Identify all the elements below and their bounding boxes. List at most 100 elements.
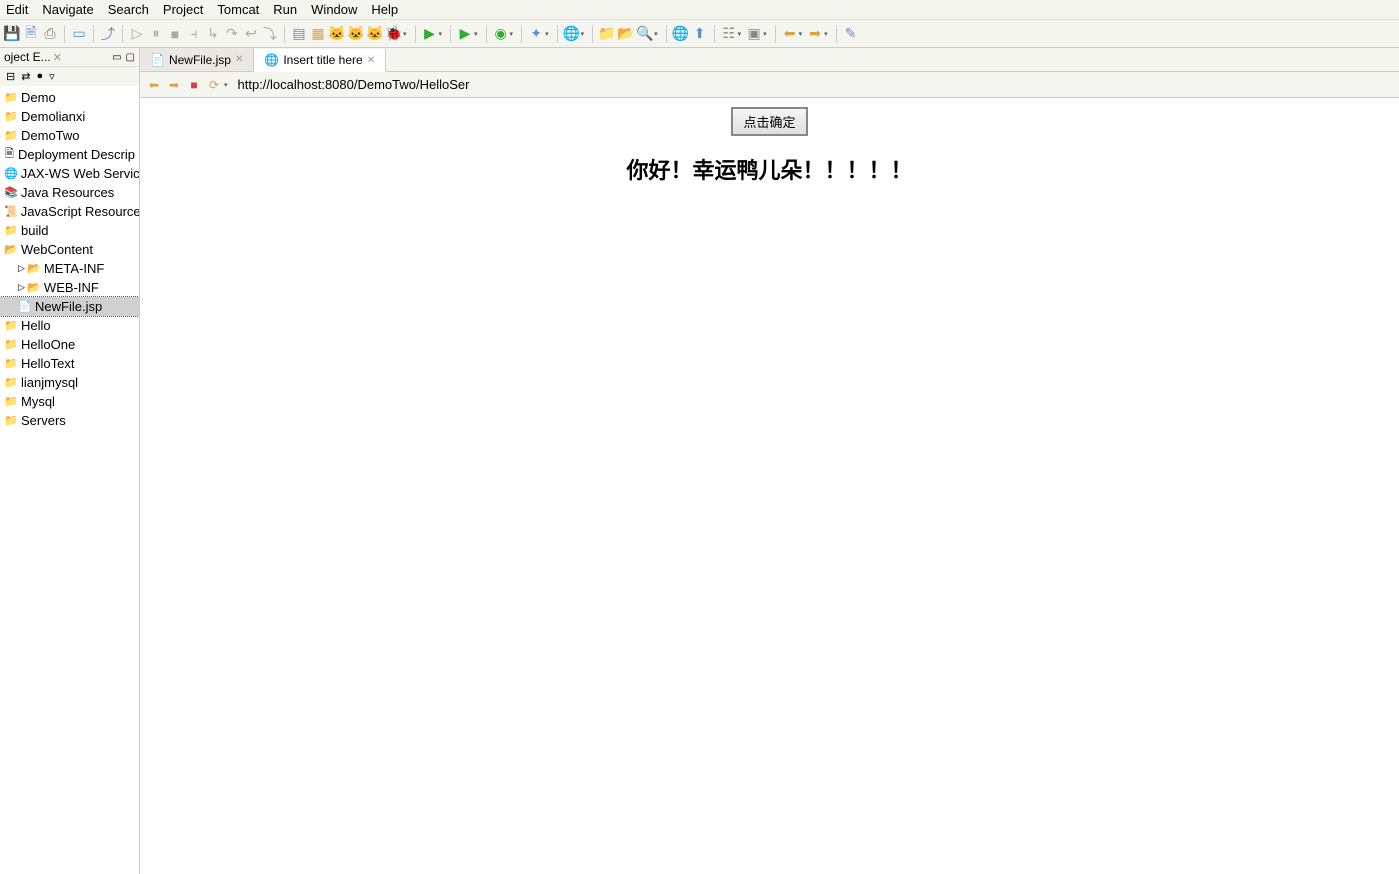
- pause-icon[interactable]: ⏸: [148, 26, 164, 42]
- tree-item-helloone[interactable]: 📁HelloOne: [0, 335, 139, 354]
- tab-insert-title-here[interactable]: 🌐Insert title here✕: [254, 49, 386, 72]
- menu-bar: Edit Navigate Search Project Tomcat Run …: [0, 0, 1399, 20]
- tree-item-mysql[interactable]: 📁Mysql: [0, 392, 139, 411]
- menu-edit[interactable]: Edit: [6, 2, 28, 17]
- tree-item-java-resources[interactable]: 📚Java Resources: [0, 183, 139, 202]
- save-all-icon[interactable]: 🗎: [23, 26, 39, 42]
- link-icon[interactable]: ⇄: [21, 70, 30, 83]
- tree-item-demotwo[interactable]: 📁DemoTwo: [0, 126, 139, 145]
- desc-icon: 🗎: [4, 148, 15, 162]
- focus-icon[interactable]: ●: [36, 70, 43, 83]
- project-tree: 📁Demo📁Demolianxi📁DemoTwo🗎Deployment Desc…: [0, 86, 139, 874]
- deploy-icon[interactable]: ⬆: [692, 26, 708, 42]
- menu-run[interactable]: Run: [273, 2, 297, 17]
- browser-stop-icon[interactable]: ■: [186, 77, 202, 93]
- tree-item-javascript-resource[interactable]: 📜JavaScript Resource: [0, 202, 139, 221]
- tab-newfile.jsp[interactable]: 📄NewFile.jsp✕: [140, 48, 254, 71]
- stepover-icon[interactable]: ↷: [224, 26, 240, 42]
- folder-open-icon: 📂: [4, 243, 18, 257]
- tree-item-servers[interactable]: 📁Servers: [0, 411, 139, 430]
- maximize-icon[interactable]: ▢: [126, 52, 135, 63]
- save-icon[interactable]: 💾: [4, 26, 20, 42]
- menu-help[interactable]: Help: [371, 2, 398, 17]
- tree-item-deployment-descrip[interactable]: 🗎Deployment Descrip: [0, 145, 139, 164]
- search-icon[interactable]: 🔍: [637, 26, 653, 42]
- cat2-icon[interactable]: 🐱: [348, 26, 364, 42]
- menu-caret-icon[interactable]: ▿: [49, 70, 55, 83]
- terminal-icon[interactable]: ▤: [291, 26, 307, 42]
- tree-item-demolianxi[interactable]: 📁Demolianxi: [0, 107, 139, 126]
- stop-icon[interactable]: ■: [167, 26, 183, 42]
- bug-icon[interactable]: 🐞: [386, 26, 402, 42]
- disconnect-icon[interactable]: ⫞: [186, 26, 202, 42]
- db-icon[interactable]: ▦: [310, 26, 326, 42]
- print-icon[interactable]: ⎙: [42, 26, 58, 42]
- tree-item-build[interactable]: 📁build: [0, 221, 139, 240]
- new-icon[interactable]: ✦: [528, 26, 544, 42]
- menu-navigate[interactable]: Navigate: [42, 2, 93, 17]
- folder-icon: 📁: [4, 224, 18, 238]
- back-icon[interactable]: ⬅: [782, 26, 798, 42]
- editor-area: 📄NewFile.jsp✕🌐Insert title here✕ ⬅ ➡ ■ ⟳…: [140, 48, 1399, 874]
- expand-icon[interactable]: ▷: [18, 263, 25, 274]
- close-tab-icon[interactable]: ✕: [367, 55, 375, 66]
- tree-item-newfile.jsp[interactable]: 📄NewFile.jsp: [0, 297, 139, 316]
- server-icon[interactable]: ◉: [493, 26, 509, 42]
- url-input[interactable]: [234, 75, 1393, 94]
- skip-icon[interactable]: ⤴: [100, 26, 116, 42]
- run-ext-icon[interactable]: ▶: [457, 26, 473, 42]
- proj-icon: 📁: [4, 357, 18, 371]
- menu-window[interactable]: Window: [311, 2, 357, 17]
- run-icon[interactable]: ▶: [422, 26, 438, 42]
- tree-item-label: DemoTwo: [21, 128, 80, 143]
- menu-project[interactable]: Project: [163, 2, 203, 17]
- tree-item-label: Servers: [21, 413, 66, 428]
- globe3-icon[interactable]: 🌐: [673, 26, 689, 42]
- tree-item-hellotext[interactable]: 📁HelloText: [0, 354, 139, 373]
- folder-e-icon: 📂: [27, 262, 41, 276]
- close-tab-icon[interactable]: ✕: [235, 54, 243, 65]
- stepreturn-icon[interactable]: ↩: [243, 26, 259, 42]
- globe2-icon[interactable]: 🌐: [564, 26, 580, 42]
- expand-icon[interactable]: ▷: [18, 282, 25, 293]
- page-heading: 你好！幸运鸭儿朵！！！！！: [140, 153, 1399, 185]
- proj-icon: 📁: [4, 338, 18, 352]
- tree-item-label: NewFile.jsp: [35, 299, 102, 314]
- resume-icon[interactable]: ▷: [129, 26, 145, 42]
- proj-icon: 📁: [4, 414, 18, 428]
- close-view-icon[interactable]: ✕: [53, 51, 62, 64]
- menu-tomcat[interactable]: Tomcat: [217, 2, 259, 17]
- browser-back-icon[interactable]: ⬅: [146, 77, 162, 93]
- fwd-icon[interactable]: ➡: [807, 26, 823, 42]
- tree-item-jax-ws-web-servic[interactable]: 🌐JAX-WS Web Servic: [0, 164, 139, 183]
- tree-item-hello[interactable]: 📁Hello: [0, 316, 139, 335]
- tree-item-demo[interactable]: 📁Demo: [0, 88, 139, 107]
- minimize-icon[interactable]: ▭: [112, 52, 121, 63]
- folder2-icon[interactable]: 📂: [618, 26, 634, 42]
- proj-icon: 📁: [4, 110, 18, 124]
- tree-item-web-inf[interactable]: ▷📂WEB-INF: [0, 278, 139, 297]
- tree-item-webcontent[interactable]: 📂WebContent: [0, 240, 139, 259]
- stepinto-icon[interactable]: ↳: [205, 26, 221, 42]
- tree-item-meta-inf[interactable]: ▷📂META-INF: [0, 259, 139, 278]
- task-icon[interactable]: ☷: [721, 26, 737, 42]
- toggle-icon[interactable]: ▭: [71, 26, 87, 42]
- proj-icon: 📁: [4, 319, 18, 333]
- main-toolbar: 💾 🗎 ⎙ ▭ ⤴ ▷ ⏸ ■ ⫞ ↳ ↷ ↩ ⤵ ▤ ▦ 🐱 🐱 🐱 🐞▾ ▶…: [0, 20, 1399, 48]
- menu-search[interactable]: Search: [108, 2, 149, 17]
- ctx-icon[interactable]: ▣: [746, 26, 762, 42]
- collapse-all-icon[interactable]: ⊟: [6, 70, 15, 83]
- js-icon: 📜: [4, 205, 18, 219]
- folder1-icon[interactable]: 📁: [599, 26, 615, 42]
- tree-item-label: JAX-WS Web Servic: [21, 166, 139, 181]
- cat1-icon[interactable]: 🐱: [329, 26, 345, 42]
- persp-icon[interactable]: ✎: [843, 26, 859, 42]
- confirm-button[interactable]: 点击确定: [732, 108, 806, 135]
- browser-fwd-icon[interactable]: ➡: [166, 77, 182, 93]
- tab-label: Insert title here: [283, 53, 362, 67]
- browser-toolbar: ⬅ ➡ ■ ⟳▾: [140, 72, 1399, 98]
- drop-icon[interactable]: ⤵: [262, 26, 278, 42]
- cat3-icon[interactable]: 🐱: [367, 26, 383, 42]
- browser-refresh-icon[interactable]: ⟳: [206, 77, 222, 93]
- tree-item-lianjmysql[interactable]: 📁lianjmysql: [0, 373, 139, 392]
